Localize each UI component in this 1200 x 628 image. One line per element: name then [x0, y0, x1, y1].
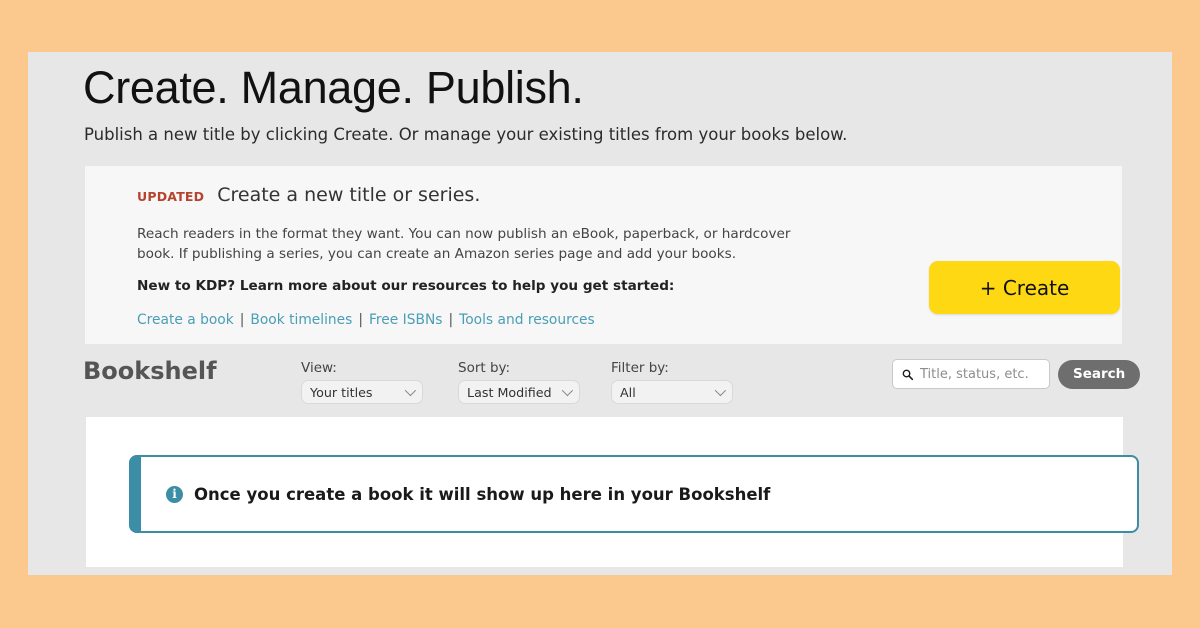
page-title: Create. Manage. Publish.: [83, 62, 584, 113]
search-input[interactable]: [920, 366, 1040, 382]
promo-heading: Create a new title or series.: [217, 184, 481, 206]
bookshelf-toolbar: Bookshelf View: Your titles Sort by: Las…: [28, 352, 1172, 412]
create-button[interactable]: + Create: [929, 261, 1120, 314]
link-tools-and-resources[interactable]: Tools and resources: [459, 312, 595, 328]
sort-filter-group: Sort by: Last Modified: [458, 360, 580, 404]
sort-select-value: Last Modified: [467, 384, 552, 400]
filter-by-group: Filter by: All: [611, 360, 733, 404]
promo-links: Create a book | Book timelines | Free IS…: [137, 312, 595, 328]
empty-bookshelf-message: Once you create a book it will show up h…: [194, 484, 771, 504]
search-icon: [902, 369, 913, 380]
chevron-down-icon: [561, 384, 574, 397]
sort-select[interactable]: Last Modified: [458, 380, 580, 404]
view-select[interactable]: Your titles: [301, 380, 423, 404]
filter-by-select[interactable]: All: [611, 380, 733, 404]
view-filter-label: View:: [301, 360, 337, 376]
chevron-down-icon: [714, 384, 727, 397]
promo-resources-prompt: New to KDP? Learn more about our resourc…: [137, 278, 675, 294]
kdp-page: Create. Manage. Publish. Publish a new t…: [28, 52, 1172, 575]
link-separator: |: [239, 312, 245, 328]
empty-bookshelf-banner: i Once you create a book it will show up…: [129, 455, 1139, 533]
search-button[interactable]: Search: [1058, 359, 1141, 389]
promo-description: Reach readers in the format they want. Y…: [137, 226, 791, 263]
view-select-value: Your titles: [310, 384, 373, 400]
filter-by-select-value: All: [620, 384, 636, 400]
filter-by-label: Filter by:: [611, 360, 669, 376]
info-icon: i: [166, 485, 183, 503]
search-box[interactable]: [892, 359, 1050, 389]
link-create-a-book[interactable]: Create a book: [137, 312, 234, 328]
link-free-isbns[interactable]: Free ISBNs: [369, 312, 442, 328]
create-title-promo-card: UPDATED Create a new title or series. Re…: [85, 166, 1122, 344]
status-badge: UPDATED: [137, 189, 205, 204]
link-book-timelines[interactable]: Book timelines: [250, 312, 352, 328]
search-area: Search: [892, 359, 1141, 389]
bookshelf-panel: i Once you create a book it will show up…: [86, 417, 1139, 567]
link-separator: |: [358, 312, 363, 328]
view-filter-group: View: Your titles: [301, 360, 423, 404]
sort-filter-label: Sort by:: [458, 360, 511, 376]
bookshelf-heading: Bookshelf: [83, 357, 217, 385]
chevron-down-icon: [404, 384, 417, 397]
link-separator: |: [448, 312, 454, 328]
promo-header: UPDATED Create a new title or series.: [137, 184, 480, 206]
page-subtitle: Publish a new title by clicking Create. …: [84, 125, 848, 144]
